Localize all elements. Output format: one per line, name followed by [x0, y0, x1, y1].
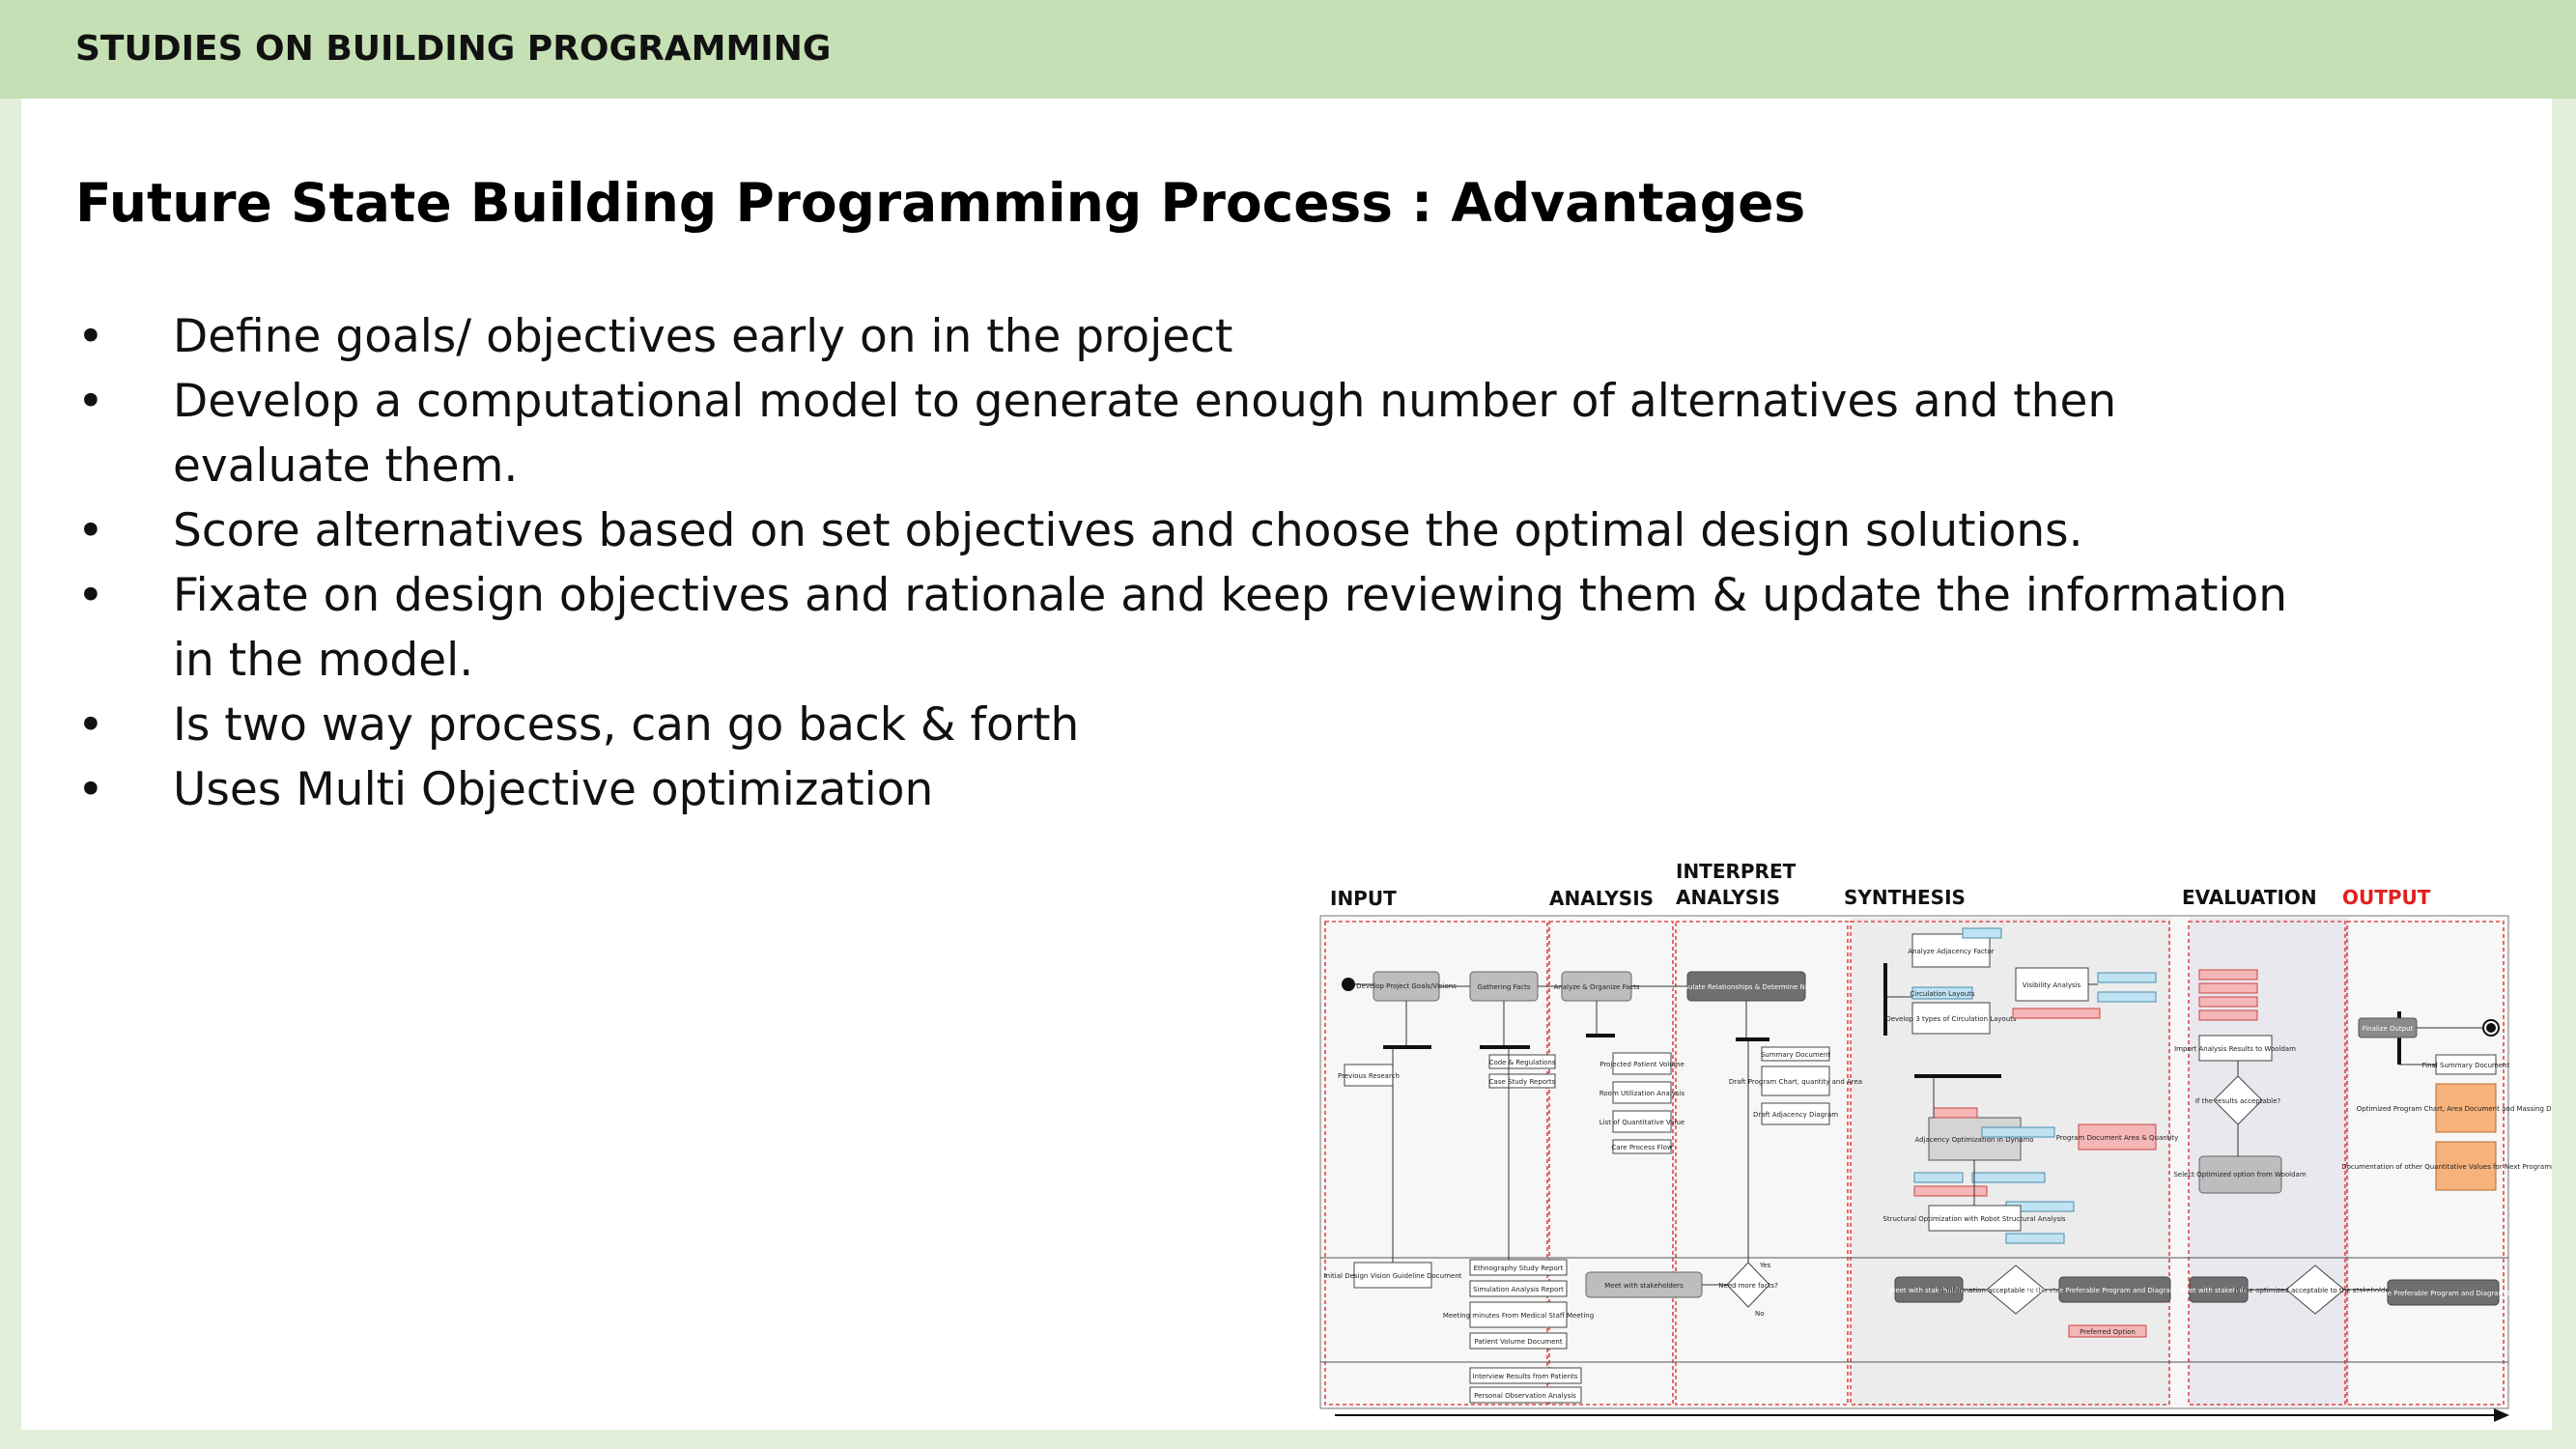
phase-label-interpret: INTERPRET	[1676, 860, 1797, 883]
svg-text:Summary Document: Summary Document	[1761, 1051, 1831, 1059]
svg-text:Circulation Layouts: Circulation Layouts	[1910, 990, 1975, 998]
process-diagram-svg: INPUT ANALYSIS INTERPRET ANALYSIS SYNTHE…	[1319, 860, 2552, 1422]
svg-text:Personal Observation Analysis: Personal Observation Analysis	[1474, 1392, 1576, 1400]
node-code-regs: Code & Regulations	[1488, 1054, 1556, 1069]
svg-text:Patient Volume Document: Patient Volume Document	[1474, 1338, 1562, 1346]
svg-text:Develop 3 types of Circulation: Develop 3 types of Circulation Layouts	[1885, 1015, 2017, 1023]
node-previous-research: Previous Research	[1338, 1064, 1400, 1087]
svg-text:Initial Design Vision Guidelin: Initial Design Vision Guideline Document	[1324, 1272, 1462, 1280]
tag-blue	[1962, 927, 2002, 939]
bullet-dot: •	[77, 504, 104, 557]
slide-content: Future State Building Programming Proces…	[21, 99, 2552, 1430]
phase-label-evaluation: EVALUATION	[2182, 886, 2317, 909]
label-no: No	[1755, 1310, 1765, 1318]
end-node-core	[2486, 1023, 2496, 1033]
svg-text:Meeting minutes From Medical S: Meeting minutes From Medical Staff Meeti…	[1443, 1312, 1594, 1320]
node-analyze-facts: Analyze & Organize Facts	[1554, 971, 1640, 1002]
bullet-item: • Define goals/ objectives early on in th…	[75, 304, 2297, 369]
node-preferred-option: Preferred Option	[2068, 1324, 2147, 1338]
bullet-dot: •	[77, 375, 104, 428]
svg-text:Case Study Reports: Case Study Reports	[1489, 1078, 1556, 1086]
node-summary-doc: Summary Document	[1761, 1046, 1831, 1062]
svg-text:Determine Preferable Program a: Determine Preferable Program and Diagram…	[2356, 1290, 2530, 1297]
svg-text:Ethnography Study Report: Ethnography Study Report	[1474, 1264, 1564, 1272]
svg-text:Import Analysis Results to Woo: Import Analysis Results to Wooldam	[2174, 1045, 2296, 1053]
node-meet-stakeholders: Meet with stakeholders	[1585, 1271, 1703, 1298]
bullet-dot: •	[77, 569, 104, 622]
svg-text:Need more facts?: Need more facts?	[1718, 1282, 1778, 1290]
svg-text:Optimized Program Chart, Area: Optimized Program Chart, Area Document a…	[2357, 1105, 2552, 1113]
svg-text:Program Document Area & Quanti: Program Document Area & Quantity	[2056, 1134, 2179, 1142]
svg-text:Room Utilization Analysis: Room Utilization Analysis	[1599, 1090, 1685, 1097]
node-case-study: Case Study Reports	[1488, 1073, 1556, 1089]
bullet-dot: •	[77, 310, 104, 363]
phase-label-input: INPUT	[1330, 887, 1397, 910]
bullet-dot: •	[77, 763, 104, 816]
bullet-item: • Fixate on design objectives and rationa…	[75, 563, 2297, 693]
node-gathering-facts: Gathering Facts	[1469, 971, 1539, 1002]
svg-text:Structural Optimization with R: Structural Optimization with Robot Struc…	[1882, 1215, 2066, 1223]
node-care-process: Care Process Flow	[1611, 1139, 1673, 1154]
phase-label-analysis: ANALYSIS	[1549, 887, 1654, 910]
phase-label-synthesis: SYNTHESIS	[1844, 886, 1966, 909]
svg-text:Final Summary Document: Final Summary Document	[2422, 1062, 2510, 1069]
node-formulate: Formulate Relationships & Determine Need…	[1671, 971, 1822, 1002]
svg-text:Analyze & Organize Facts: Analyze & Organize Facts	[1554, 983, 1640, 991]
bullet-dot: •	[77, 698, 104, 752]
svg-text:Interview Results from Patient: Interview Results from Patients	[1473, 1373, 1578, 1380]
bullet-item: • Is two way process, can go back & forth	[75, 693, 2297, 757]
node-analyze-adjacency: Analyze Adjacency Factor	[1908, 933, 1995, 968]
svg-text:Analyze Adjacency Factor: Analyze Adjacency Factor	[1908, 948, 1995, 955]
svg-text:Care Process Flow: Care Process Flow	[1611, 1144, 1672, 1151]
svg-text:Finalize Output: Finalize Output	[2363, 1025, 2414, 1033]
svg-text:If the results acceptable?: If the results acceptable?	[2195, 1097, 2281, 1105]
svg-text:Previous Research: Previous Research	[1338, 1072, 1400, 1080]
section-title: STUDIES ON BUILDING PROGRAMMING	[75, 29, 832, 69]
node-finalize: Finalize Output	[2358, 1017, 2418, 1038]
bullet-list: • Define goals/ objectives early on in th…	[75, 304, 2297, 822]
svg-text:Select Optimized option from W: Select Optimized option from Wooldam	[2173, 1171, 2307, 1179]
node-circulation: Circulation Layouts	[1910, 986, 1975, 1000]
svg-text:Preferred Option: Preferred Option	[2080, 1328, 2136, 1336]
svg-text:Meet with stakeholders: Meet with stakeholders	[1604, 1282, 1684, 1290]
node-visibility: Visibility Analysis	[2015, 967, 2089, 1002]
header-bar: STUDIES ON BUILDING PROGRAMMING	[0, 0, 2576, 99]
svg-text:Determine Preferable Program a: Determine Preferable Program and Diagram…	[2027, 1287, 2201, 1294]
svg-text:Visibility Analysis: Visibility Analysis	[2023, 981, 2081, 989]
svg-text:Code & Regulations: Code & Regulations	[1489, 1059, 1556, 1066]
svg-text:Draft Program Chart, quantity: Draft Program Chart, quantity and Area	[1729, 1078, 1862, 1086]
node-adjacency-opt: Adjacency Optimization in Dynamo	[1914, 1117, 2034, 1161]
phase-label-interpret-analysis: ANALYSIS	[1676, 886, 1780, 909]
svg-text:Projected Patient Volume: Projected Patient Volume	[1599, 1061, 1684, 1068]
timeline-arrowhead	[2494, 1408, 2509, 1422]
slide-title: Future State Building Programming Proces…	[75, 172, 1806, 234]
svg-text:Formulate Relationships & Dete: Formulate Relationships & Determine Need…	[1671, 983, 1822, 991]
bullet-item: • Score alternatives based on set objecti…	[75, 498, 2297, 563]
svg-text:Simulation Analysis Report: Simulation Analysis Report	[1473, 1286, 1564, 1293]
phase-label-output: OUTPUT	[2342, 886, 2431, 909]
process-diagram: INPUT ANALYSIS INTERPRET ANALYSIS SYNTHE…	[1296, 755, 2552, 1422]
svg-text:List of Quantitative Value: List of Quantitative Value	[1599, 1119, 1684, 1126]
start-node	[1342, 978, 1355, 991]
bullet-item: • Develop a computational model to genera…	[75, 369, 2297, 498]
svg-text:Gathering Facts: Gathering Facts	[1477, 983, 1530, 991]
svg-text:Draft Adjacency Diagram: Draft Adjacency Diagram	[1753, 1111, 1838, 1119]
label-yes: Yes	[1759, 1262, 1771, 1269]
node-draft-adjacency: Draft Adjacency Diagram	[1753, 1102, 1838, 1125]
svg-text:Documentation of other Quantit: Documentation of other Quantitative Valu…	[2341, 1163, 2552, 1171]
